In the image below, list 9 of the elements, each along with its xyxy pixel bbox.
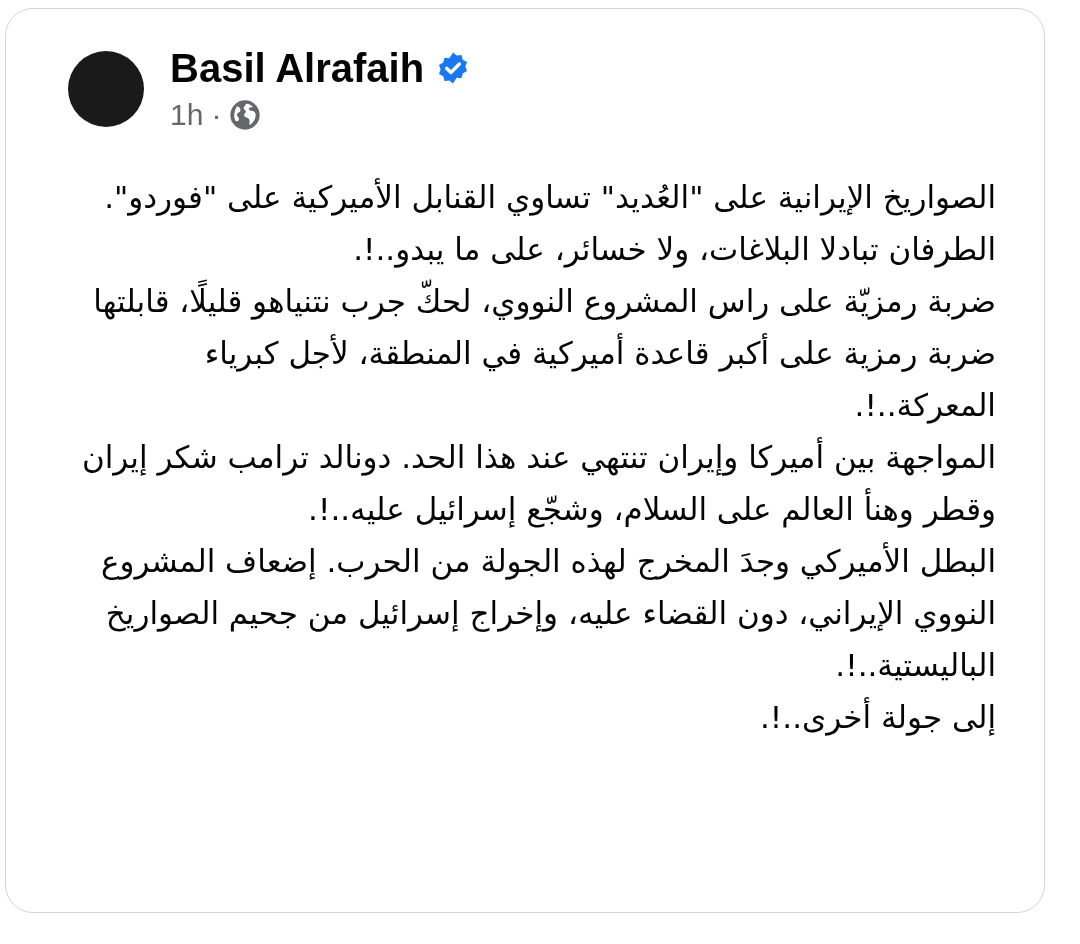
author-name[interactable]: Basil Alrafaih — [170, 43, 425, 93]
separator-dot: · — [211, 97, 222, 133]
post-time[interactable]: 1h — [170, 93, 204, 137]
post-paragraph: إلى جولة أخرى..!. — [759, 696, 996, 738]
post-paragraph: المواجهة بين أميركا وإيران تنتهي عند هذا الحد. دونالد ترامب شكر إيران وقطر وهنأ العالم على السلام، وشجّع إسرائيل عليه..!. — [80, 436, 996, 530]
post-paragraph: البطل الأميركي وجدَ المخرج لهذه الجولة من الحرب. إضعاف المشروع النووي الإيراني، دون القضاء عليه، وإخراج إسرائيل من جحيم الصواريخ الباليستية..!. — [100, 541, 996, 685]
globe-icon — [229, 99, 262, 131]
post-paragraph: الصواريخ الإيرانية على "العُديد" تساوي القنابل الأميركية على "فوردو". الطرفان تبادلا البلاغات، ولا خسائر، على ما يبدو..!. — [103, 177, 996, 270]
post-paragraph: ضربة رمزيّة على راس المشروع النووي، لحكّ جرب نتنياهو قليلًا، قابلتها ضربة رمزية على أكبر قاعدة أميركية في المنطقة، لأجل كبرياء المعركة..!. — [78, 275, 996, 431]
